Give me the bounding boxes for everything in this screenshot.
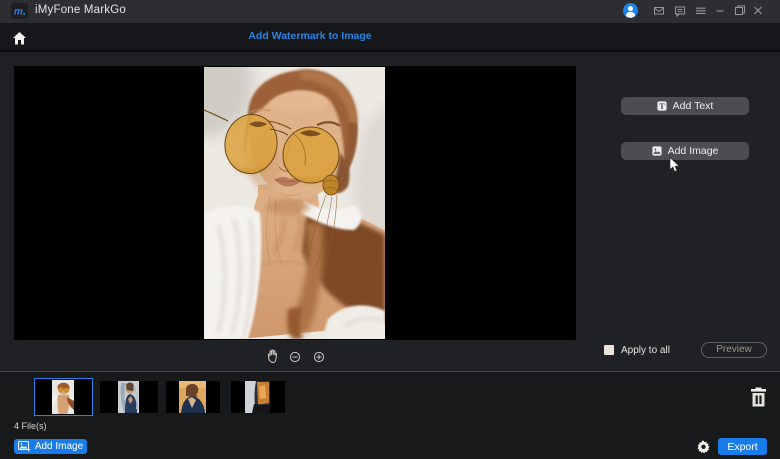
- svg-text:T: T: [659, 102, 665, 111]
- svg-text:m: m: [14, 7, 23, 18]
